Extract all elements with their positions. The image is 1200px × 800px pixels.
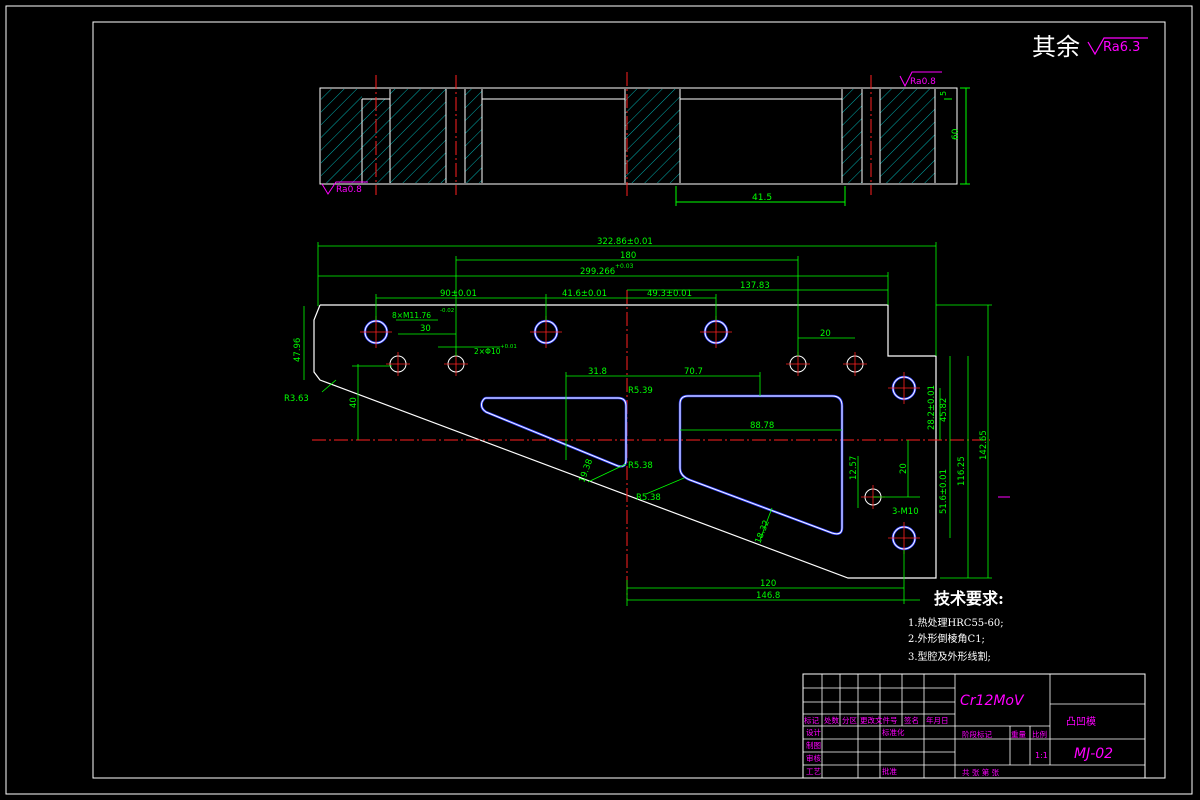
dim-88-78: 88.78 xyxy=(750,421,774,431)
hatch-4 xyxy=(625,89,680,183)
dim-20-top: 20 xyxy=(820,329,831,339)
hdr-zone: 分区 xyxy=(842,716,857,725)
dim-146-8: 146.8 xyxy=(756,591,780,601)
dim-299-tol: +0.03 xyxy=(615,263,634,270)
dim-70-7: 70.7 xyxy=(684,367,703,377)
dim-90: 90±0.01 xyxy=(440,289,477,299)
dim-18-32: 18.32 xyxy=(754,519,772,545)
requirement-2: 2.外形倒棱角C1; xyxy=(908,632,985,645)
outer-border xyxy=(5,5,1193,795)
dim-pin: 2×Φ10 xyxy=(474,347,501,356)
dim-299: 299.266 xyxy=(580,267,615,277)
requirement-1: 1.热处理HRC55-60; xyxy=(908,616,1004,629)
dim-51-6: 51.6±0.01 xyxy=(939,469,949,514)
dim-137: 137.83 xyxy=(740,281,770,291)
dim-28-2: 28.2±0.01 xyxy=(927,385,937,430)
hdr-count: 处数 xyxy=(824,715,839,725)
ra-bottom-left: Ra0.8 xyxy=(336,185,362,195)
surface-finish-remark: 其余 Ra6.3 xyxy=(1032,33,1148,61)
hdr-sign: 签名 xyxy=(904,715,919,725)
dim-41-6: 41.6±0.01 xyxy=(562,289,607,299)
dim-pin-tol: +0.01 xyxy=(500,344,517,350)
remark-value: Ra6.3 xyxy=(1103,40,1140,55)
dim-r3: R3.63 xyxy=(284,394,309,404)
lbl-standard: 标准化 xyxy=(882,727,905,737)
lbl-weight: 重量 xyxy=(1011,730,1027,739)
dim-142: 142.65 xyxy=(979,430,989,460)
ra-top-right: Ra0.8 xyxy=(910,77,936,87)
hatch-1 xyxy=(321,89,362,183)
lbl-design: 设计 xyxy=(806,727,821,737)
lbl-draw: 制图 xyxy=(806,740,821,750)
lbl-process: 工艺 xyxy=(806,767,821,776)
dim-height: 60 xyxy=(951,128,961,140)
dim-45-82: 45.82 xyxy=(939,398,949,422)
dim-20-right: 20 xyxy=(899,463,909,474)
dim-116: 116.25 xyxy=(957,456,967,486)
requirements-title: 技术要求: xyxy=(934,589,1004,608)
title-block: 标记 处数 分区 更改文件号 签名 年月日 设计 标准化 制图 审核 工艺 批准… xyxy=(802,673,1146,779)
cavity-left xyxy=(480,396,628,468)
dim-40: 40 xyxy=(349,397,359,408)
dim-12-57: 12.57 xyxy=(849,456,859,480)
dim-31-8: 31.8 xyxy=(588,367,607,377)
dim-49-3: 49.3±0.01 xyxy=(647,289,692,299)
dim-thread-tol: -0.02 xyxy=(440,308,454,314)
remark-text: 其余 xyxy=(1032,33,1080,61)
hdr-change-doc: 更改文件号 xyxy=(860,715,898,725)
holes xyxy=(363,319,917,551)
lbl-ratio: 比例 xyxy=(1032,729,1047,739)
lbl-sheets: 共 张 第 张 xyxy=(962,767,1000,777)
hatch-5 xyxy=(842,89,862,183)
dim-47: 47.96 xyxy=(293,338,303,362)
scale: 1:1 xyxy=(1035,751,1048,760)
dim-width: 41.5 xyxy=(752,193,772,203)
dim-120: 120 xyxy=(760,579,776,589)
dim-r5-38a: R5.38 xyxy=(628,461,653,471)
lbl-stage: 阶段标记 xyxy=(962,729,992,739)
lbl-check: 审核 xyxy=(806,753,821,763)
dim-30: 30 xyxy=(420,324,431,334)
plan-view: 322.86±0.01 180 299.266 +0.03 90±0.01 41… xyxy=(284,237,1010,606)
dim-small: 5 xyxy=(939,91,948,96)
dim-3m10: 3-M10 xyxy=(892,507,919,517)
dim-overall: 322.86±0.01 xyxy=(597,237,653,247)
dim-thread: 8×M11.76 xyxy=(392,311,431,320)
dim-r5-38b: R5.38 xyxy=(636,493,661,503)
cavity-right xyxy=(678,394,844,536)
hatch-2 xyxy=(390,89,446,183)
hdr-date: 年月日 xyxy=(926,715,949,725)
section-view: 41.5 60 5 Ra0.8 Ra0.8 xyxy=(319,71,970,206)
material: Cr12MoV xyxy=(960,693,1025,709)
cad-drawing: 其余 Ra6.3 41.5 60 5 Ra0.8 Ra0.8 322.86±0.… xyxy=(5,5,1193,795)
hatch-3 xyxy=(465,89,482,183)
drawing-number: MJ-02 xyxy=(1074,746,1113,762)
dim-180-top: 180 xyxy=(620,251,636,261)
requirement-3: 3.型腔及外形线割; xyxy=(908,650,991,663)
dim-r5-39: R5.39 xyxy=(628,386,653,396)
hdr-mark: 标记 xyxy=(804,715,819,725)
part-name: 凸凹模 xyxy=(1066,716,1096,728)
technical-requirements: 技术要求: 1.热处理HRC55-60; 2.外形倒棱角C1; 3.型腔及外形线… xyxy=(908,589,1004,663)
lbl-approve: 批准 xyxy=(882,766,897,776)
hatch-6 xyxy=(880,89,935,183)
